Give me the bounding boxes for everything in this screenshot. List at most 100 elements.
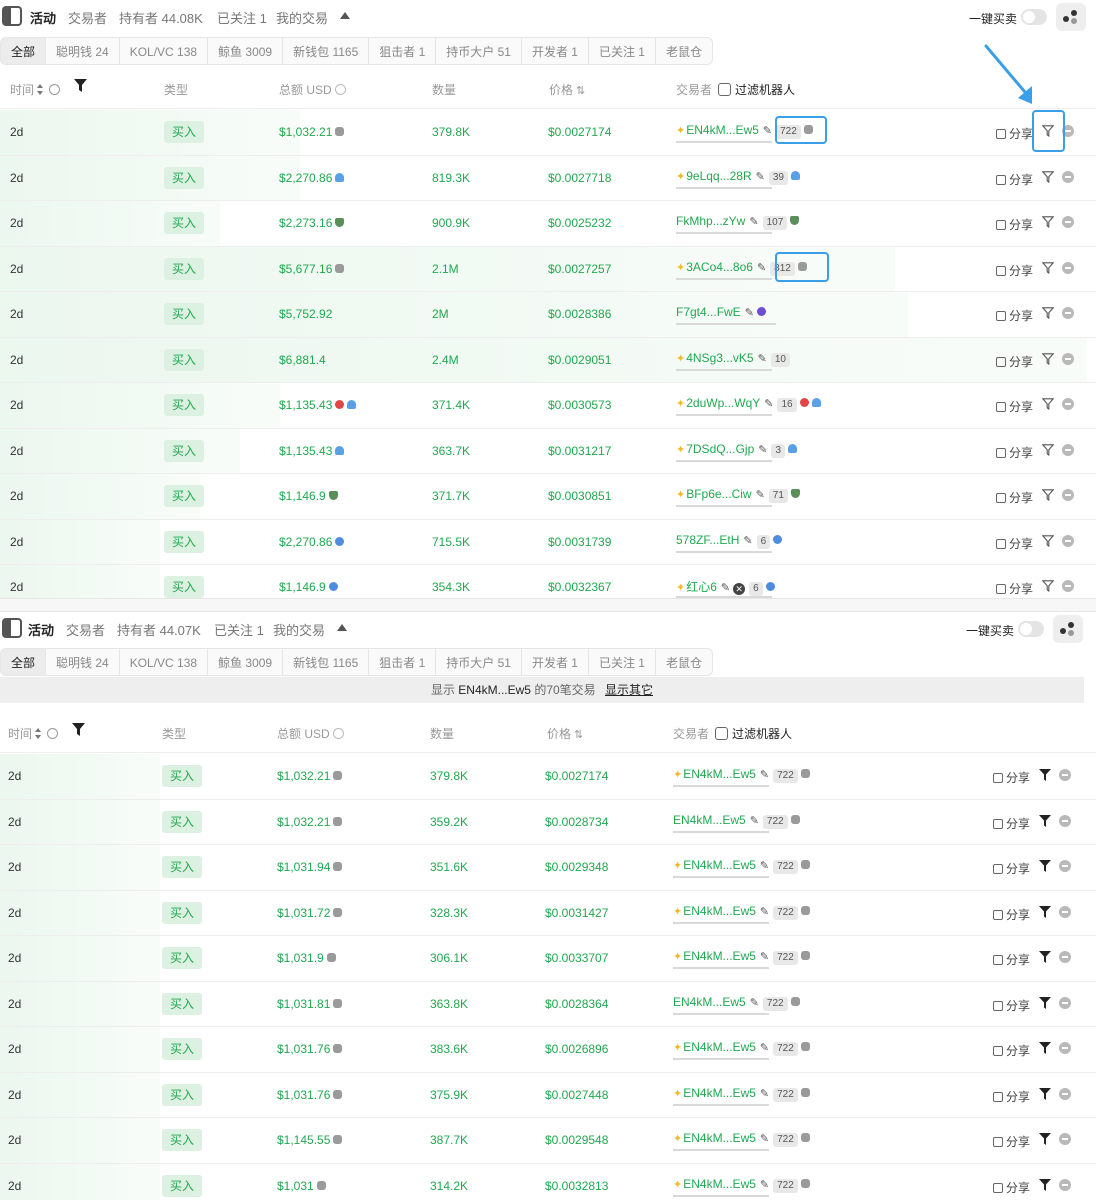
trader-address[interactable]: EN4kM...Ew5 [683, 1177, 756, 1191]
trader-address[interactable]: EN4kM...Ew5 [683, 1131, 756, 1145]
filter-trader-funnel-icon[interactable] [1039, 769, 1051, 781]
share-button[interactable]: 分享 [996, 489, 1033, 506]
table-row[interactable]: 2d 买入 $1,146.9 354.3K $0.0032367 ✦红心6 ✎ ✕ 6 分享 [0, 565, 1096, 598]
trader-address[interactable]: EN4kM...Ew5 [683, 858, 756, 872]
filter-tab-smart-money[interactable]: 聪明钱 24 [46, 648, 120, 676]
filter-bots-checkbox[interactable] [718, 83, 732, 96]
filter-tab-developer[interactable]: 开发者 1 [521, 648, 589, 676]
table-row[interactable]: 2d 买入 $1,031.76 375.9K $0.0027448 ✦EN4kM...Ew… [0, 1072, 1096, 1118]
more-options-icon[interactable] [1062, 352, 1074, 365]
more-options-icon[interactable] [1059, 769, 1071, 781]
trader-address[interactable]: 9eLqq...28R [686, 169, 751, 183]
trader-address[interactable]: EN4kM...Ew5 [683, 904, 756, 918]
share-button[interactable]: 分享 [996, 353, 1033, 370]
more-options-icon[interactable] [1062, 534, 1074, 547]
share-button[interactable]: 分享 [993, 769, 1030, 786]
filter-trader-funnel-icon[interactable] [1039, 996, 1051, 1009]
more-options-icon[interactable] [1059, 814, 1071, 827]
settings-button[interactable] [1053, 615, 1083, 643]
filter-trader-funnel-icon[interactable] [1039, 951, 1051, 963]
pencil-icon[interactable]: ✎ [760, 950, 769, 963]
filter-trader-funnel-icon[interactable] [1042, 489, 1054, 501]
more-options-icon[interactable] [1059, 1087, 1071, 1100]
table-row[interactable]: 2d 买入 $1,032.21 359.2K $0.0028734 EN4kM...Ew5… [0, 799, 1096, 845]
share-button[interactable]: 分享 [996, 125, 1033, 142]
pencil-icon[interactable]: ✎ [763, 124, 772, 137]
table-row[interactable]: 2d 买入 $1,135.43 363.7K $0.0031217 ✦7DSdQ...Gj… [0, 428, 1096, 474]
filter-tab-developer[interactable]: 开发者 1 [521, 37, 589, 65]
filter-trader-funnel-icon[interactable] [1039, 1087, 1051, 1100]
filter-tab-all[interactable]: 全部 [0, 648, 47, 676]
filter-trader-funnel-icon[interactable] [1042, 352, 1054, 365]
share-button[interactable]: 分享 [993, 997, 1030, 1014]
share-button[interactable]: 分享 [993, 906, 1030, 923]
more-options-icon[interactable] [1059, 996, 1071, 1009]
trader-cell[interactable]: ✦EN4kM...Ew5 ✎ 722 [673, 858, 810, 874]
trader-cell[interactable]: ✦红心6 ✎ ✕ 6 [676, 578, 775, 596]
trader-cell[interactable]: ✦4NSg3...vK5 ✎ 10 [676, 351, 790, 367]
share-button[interactable]: 分享 [996, 216, 1033, 233]
pencil-icon[interactable]: ✎ [750, 996, 759, 1009]
trader-cell[interactable]: ✦EN4kM...Ew5 ✎ 722 [673, 1131, 810, 1147]
filter-trader-funnel-icon[interactable] [1039, 814, 1051, 827]
table-row[interactable]: 2d 买入 $5,677.16 2.1M $0.0027257 ✦3ACo4...8o6 ✎… [0, 246, 1096, 292]
trader-address[interactable]: EN4kM...Ew5 [683, 1040, 756, 1054]
more-options-icon[interactable] [1059, 860, 1071, 872]
more-options-icon[interactable] [1062, 489, 1074, 501]
pencil-icon[interactable]: ✎ [760, 905, 769, 918]
pencil-icon[interactable]: ✎ [756, 488, 765, 501]
filter-trader-funnel-icon[interactable] [1039, 905, 1051, 918]
share-button[interactable]: 分享 [993, 1042, 1030, 1059]
filter-trader-funnel-icon[interactable] [1039, 1178, 1051, 1191]
filter-tab-whale[interactable]: 鲸鱼 3009 [208, 37, 284, 65]
pencil-icon[interactable]: ✎ [764, 397, 773, 410]
more-options-icon[interactable] [1062, 261, 1074, 274]
filter-tab-insider[interactable]: 老鼠仓 [655, 648, 713, 676]
pencil-icon[interactable]: ✎ [758, 443, 767, 456]
trader-address[interactable]: EN4kM...Ew5 [673, 813, 746, 827]
filter-tab-followed[interactable]: 已关注 1 [588, 648, 656, 676]
trader-address[interactable]: 2duWp...WqY [686, 396, 760, 410]
trader-address[interactable]: 3ACo4...8o6 [686, 260, 753, 274]
more-options-icon[interactable] [1059, 1133, 1071, 1145]
filter-tab-followed[interactable]: 已关注 1 [588, 37, 656, 65]
pencil-icon[interactable]: ✎ [760, 1041, 769, 1054]
more-options-icon[interactable] [1059, 905, 1071, 918]
filter-tab-top-holder[interactable]: 持币大户 51 [436, 648, 522, 676]
table-row[interactable]: 2d 买入 $1,032.21 379.8K $0.0027174 ✦EN4kM...Ew… [0, 754, 1096, 800]
more-options-icon[interactable] [1062, 170, 1074, 183]
table-row[interactable]: 2d 买入 $1,031.81 363.8K $0.0028364 EN4kM...Ew5… [0, 981, 1096, 1027]
col-amount[interactable]: 总额 USD [277, 725, 344, 742]
table-row[interactable]: 2d 买入 $1,031.94 351.6K $0.0029348 ✦EN4kM...Ew… [0, 845, 1096, 891]
more-options-icon[interactable] [1059, 1178, 1071, 1191]
tab-my-trades[interactable]: 我的交易 [273, 620, 325, 639]
tab-holders[interactable]: 持有者 44.08K [119, 8, 203, 27]
filter-tab-kol-vc[interactable]: KOL/VC 138 [119, 37, 209, 65]
trader-address[interactable]: EN4kM...Ew5 [686, 123, 759, 137]
filter-trader-funnel-icon[interactable] [1042, 170, 1054, 183]
currency-switch-icon[interactable] [332, 728, 344, 739]
trader-cell[interactable]: 578ZF...EtH ✎ 6 [676, 533, 783, 549]
filter-trader-funnel-icon[interactable] [1039, 1042, 1051, 1054]
pencil-icon[interactable]: ✎ [750, 814, 759, 827]
col-time[interactable]: 时间 [8, 725, 59, 742]
tab-following[interactable]: 已关注 1 [217, 8, 267, 27]
pencil-icon[interactable]: ✎ [760, 859, 769, 872]
trader-address[interactable]: F7gt4...FwE [676, 305, 741, 319]
table-row[interactable]: 2d 买入 $1,031.72 328.3K $0.0031427 ✦EN4kM...Ew… [0, 890, 1096, 936]
more-options-icon[interactable] [1062, 580, 1074, 592]
pencil-icon[interactable]: ✎ [749, 215, 758, 228]
trader-cell[interactable]: EN4kM...Ew5 ✎ 722 [673, 813, 800, 829]
share-button[interactable]: 分享 [993, 1179, 1030, 1196]
filter-trader-funnel-icon[interactable] [1039, 860, 1051, 872]
pencil-icon[interactable]: ✎ [760, 1087, 769, 1100]
filter-bots-checkbox[interactable] [715, 727, 729, 740]
share-button[interactable]: 分享 [993, 951, 1030, 968]
sort-icon[interactable] [37, 84, 44, 95]
col-time[interactable]: 时间 [10, 81, 61, 98]
tab-activity[interactable]: 活动 [28, 620, 54, 639]
trader-cell[interactable]: ✦2duWp...WqY ✎ 16 [676, 396, 821, 412]
x-social-icon[interactable]: ✕ [733, 583, 746, 595]
trader-cell[interactable]: ✦7DSdQ...Gjp ✎ 3 [676, 442, 798, 458]
table-row[interactable]: 2d 买入 $1,135.43 371.4K $0.0030573 ✦2duWp...Wq… [0, 383, 1096, 429]
